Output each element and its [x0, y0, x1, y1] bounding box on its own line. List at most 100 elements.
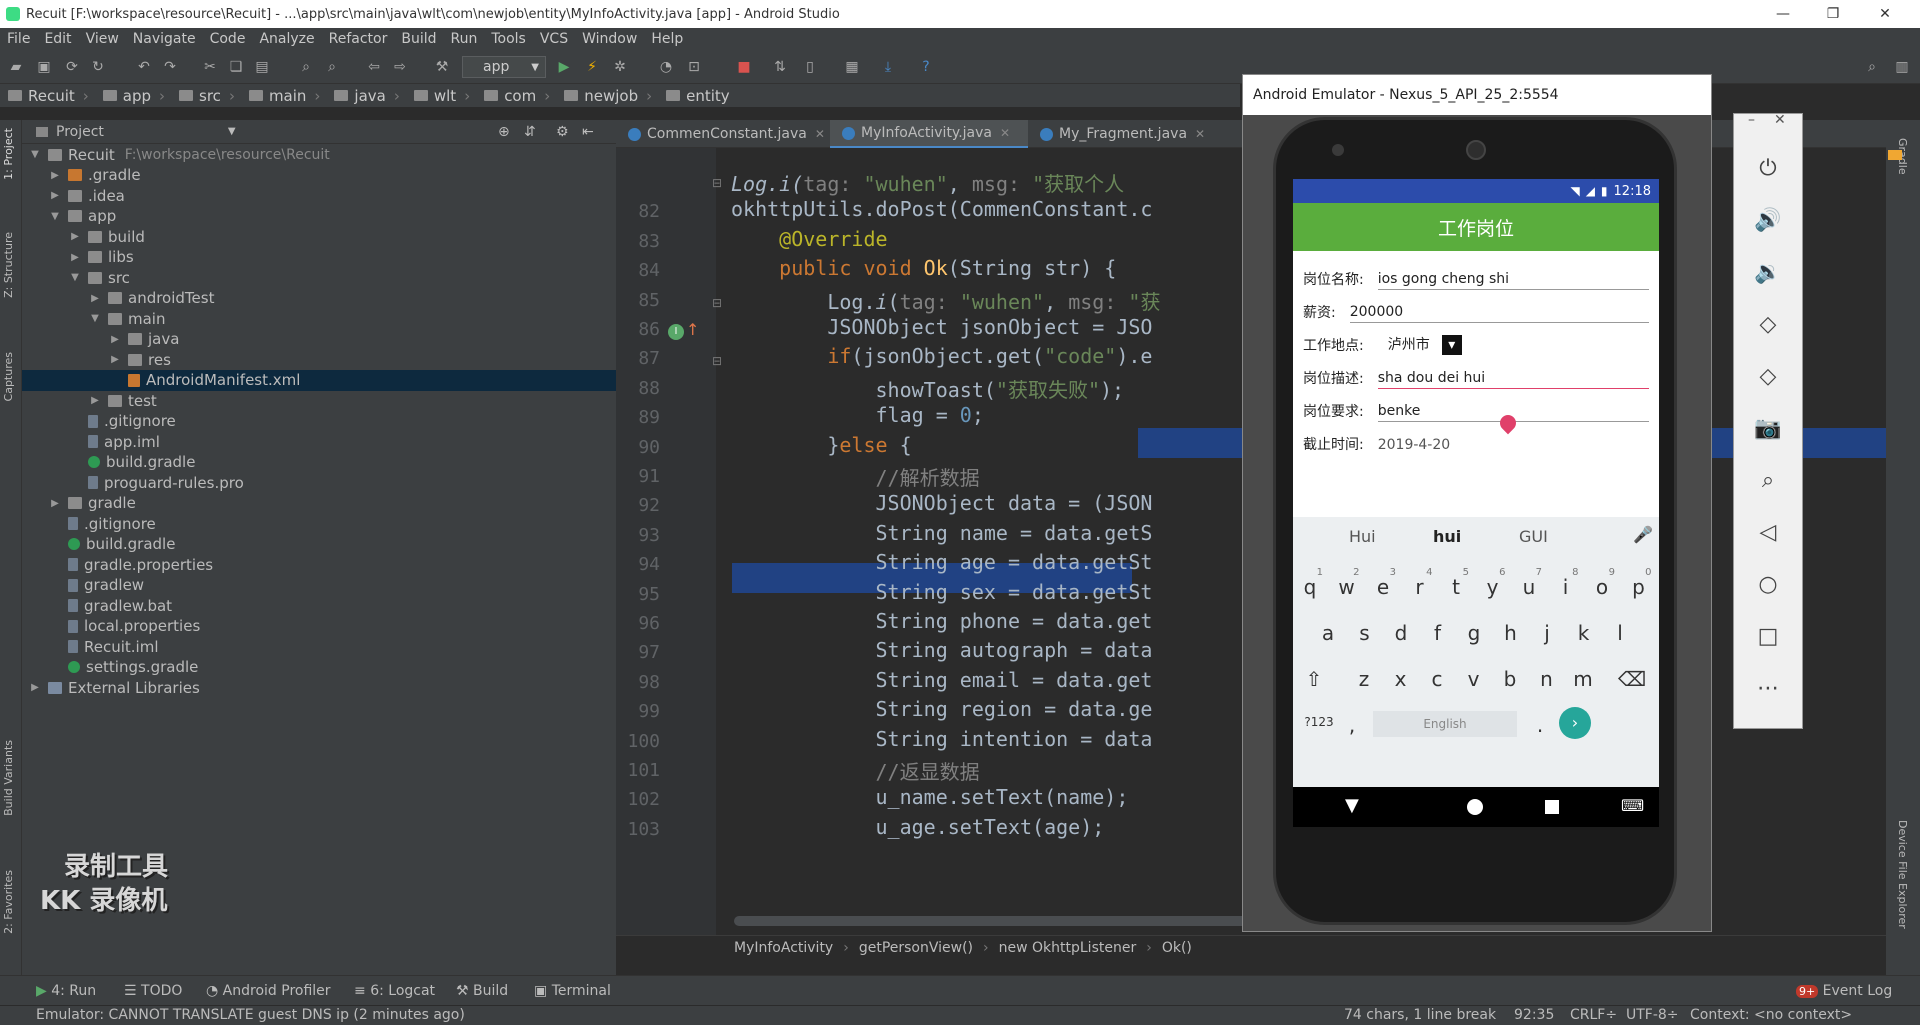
keyboard-switch-icon[interactable]: ⌨	[1621, 796, 1644, 815]
key-j[interactable]: j	[1532, 621, 1562, 645]
key-i[interactable]: i8	[1551, 567, 1581, 599]
code-line[interactable]: //解析数据	[731, 462, 980, 491]
tab-myinfoactivity[interactable]: MyInfoActivity.java ✕	[830, 120, 1028, 148]
save-icon[interactable]: ▣	[34, 57, 54, 77]
key-f[interactable]: f	[1423, 621, 1453, 645]
menu-vcs[interactable]: VCS	[533, 28, 575, 50]
key-t[interactable]: t5	[1441, 567, 1471, 599]
key-c[interactable]: c	[1422, 667, 1452, 691]
menu-code[interactable]: Code	[203, 28, 253, 50]
more-icon[interactable]: ⋯	[1734, 674, 1802, 702]
tree-item[interactable]: gradle.properties	[22, 554, 616, 575]
menu-analyze[interactable]: Analyze	[252, 28, 321, 50]
key-k[interactable]: k	[1569, 621, 1599, 645]
run-tool-tab[interactable]: ▶ 4: Run	[36, 983, 96, 999]
profiler-tool-tab[interactable]: ◔ Android Profiler	[206, 983, 331, 999]
fold-marker-icon[interactable]: ⊟	[712, 176, 722, 190]
key-x[interactable]: x	[1386, 667, 1416, 691]
rotate-left-icon[interactable]: ◇	[1734, 310, 1802, 338]
zoom-icon[interactable]: ⌕	[1734, 466, 1802, 494]
menu-file[interactable]: File	[0, 28, 37, 50]
forward-icon[interactable]: ⇨	[390, 57, 410, 77]
tab-device-file-explorer[interactable]: Device File Explorer	[1896, 820, 1909, 929]
editor-breadcrumb-item[interactable]: new OkhttpListener	[999, 940, 1137, 956]
cut-icon[interactable]: ✂	[200, 57, 220, 77]
tree-item[interactable]: ▶ gradle	[22, 493, 616, 514]
tree-item[interactable]: gradlew	[22, 575, 616, 596]
field-input[interactable]: 泸州市	[1388, 334, 1430, 356]
stop-icon[interactable]: ■	[734, 57, 754, 77]
expand-arrow-icon[interactable]: ▼	[88, 313, 102, 324]
key-l[interactable]: l	[1605, 621, 1635, 645]
project-structure-icon[interactable]: ▦	[842, 57, 862, 77]
field-input[interactable]: sha dou dei hui	[1377, 367, 1649, 389]
tab-my-fragment[interactable]: My_Fragment.java ✕	[1028, 120, 1218, 148]
code-line[interactable]: String sex = data.getSt	[731, 580, 1152, 604]
expand-arrow-icon[interactable]: ▶	[88, 293, 102, 304]
expand-arrow-icon[interactable]: ▶	[68, 231, 82, 242]
home-nav-icon[interactable]	[1467, 799, 1483, 815]
tab-structure[interactable]: Z: Structure	[2, 232, 15, 298]
tree-item[interactable]: ▶ .idea	[22, 185, 616, 206]
tree-item[interactable]: ▶ build	[22, 226, 616, 247]
profile-icon[interactable]: ◔	[656, 57, 676, 77]
suggestion-item[interactable]: Hui	[1349, 527, 1376, 546]
chevron-down-icon[interactable]: ▼	[228, 126, 236, 137]
context-indicator[interactable]: Context: <no context>	[1690, 1007, 1852, 1023]
expand-arrow-icon[interactable]: ▼	[28, 149, 42, 160]
menu-navigate[interactable]: Navigate	[126, 28, 203, 50]
key-b[interactable]: b	[1495, 667, 1525, 691]
collapse-all-icon[interactable]: ⇵	[524, 124, 536, 140]
code-line[interactable]: String age = data.getSt	[731, 550, 1152, 574]
tree-item[interactable]: ▼ src	[22, 267, 616, 288]
run-icon[interactable]: ▶	[554, 57, 574, 77]
expand-arrow-icon[interactable]: ▶	[48, 190, 62, 201]
menu-run[interactable]: Run	[444, 28, 485, 50]
maximize-button[interactable]: ❐	[1810, 0, 1856, 28]
expand-arrow-icon[interactable]: ▶	[48, 498, 62, 509]
key-h[interactable]: h	[1496, 621, 1526, 645]
tree-item[interactable]: ▶ test	[22, 390, 616, 411]
key-v[interactable]: v	[1459, 667, 1489, 691]
refresh-icon[interactable]: ↻	[88, 57, 108, 77]
breadcrumb-item[interactable]: entity	[666, 87, 730, 105]
expand-arrow-icon[interactable]: ▶	[108, 354, 122, 365]
implements-arrow-icon[interactable]: ↑	[686, 320, 699, 339]
build-tool-tab[interactable]: ⚒ Build	[456, 983, 508, 999]
location-dropdown-icon[interactable]: ▾	[1441, 335, 1462, 355]
minimize-emulator-icon[interactable]: –	[1748, 112, 1755, 128]
copy-icon[interactable]: ❏	[226, 57, 246, 77]
expand-arrow-icon[interactable]: ▶	[88, 395, 102, 406]
expand-arrow-icon[interactable]: ▶	[28, 682, 42, 693]
code-line[interactable]: Log.i(tag: "wuhen", msg: "获	[731, 286, 1160, 315]
settings-gear-icon[interactable]: ⚙	[556, 124, 569, 140]
tree-item[interactable]: AndroidManifest.xml	[22, 369, 616, 391]
code-line[interactable]: String email = data.get	[731, 668, 1152, 692]
fold-marker-icon[interactable]: ⊟	[712, 296, 722, 310]
key-d[interactable]: d	[1386, 621, 1416, 645]
search-everywhere-icon[interactable]: ⌕	[1862, 57, 1882, 77]
find-icon[interactable]: ⌕	[296, 57, 316, 77]
key-s[interactable]: s	[1350, 621, 1380, 645]
code-line[interactable]: String autograph = data	[731, 638, 1152, 662]
code-line[interactable]: JSONObject jsonObject = JSO	[731, 315, 1152, 339]
symbols-key[interactable]: ?123	[1299, 715, 1339, 729]
suggestion-item[interactable]: GUI	[1519, 527, 1548, 546]
paste-icon[interactable]: ▤	[252, 57, 272, 77]
scroll-from-source-icon[interactable]: ⊕	[498, 124, 510, 140]
open-folder-icon[interactable]: ▰	[6, 57, 26, 77]
rotate-right-icon[interactable]: ◇	[1734, 362, 1802, 390]
tab-captures[interactable]: Captures	[2, 352, 15, 401]
key-g[interactable]: g	[1459, 621, 1489, 645]
avd-manager-icon[interactable]: ▯	[800, 57, 820, 77]
expand-arrow-icon[interactable]: ▶	[108, 334, 122, 345]
field-input[interactable]: ios gong cheng shi	[1377, 268, 1649, 290]
tab-project[interactable]: 1: Project	[2, 128, 15, 180]
menu-edit[interactable]: Edit	[37, 28, 78, 50]
debug-icon[interactable]: ✲	[610, 57, 630, 77]
logcat-tool-tab[interactable]: ≡ 6: Logcat	[354, 983, 435, 999]
code-line[interactable]: String region = data.ge	[731, 697, 1152, 721]
breadcrumb-item[interactable]: newjob ›	[564, 87, 652, 105]
key-y[interactable]: y6	[1478, 567, 1508, 599]
key-q[interactable]: q1	[1295, 567, 1325, 599]
